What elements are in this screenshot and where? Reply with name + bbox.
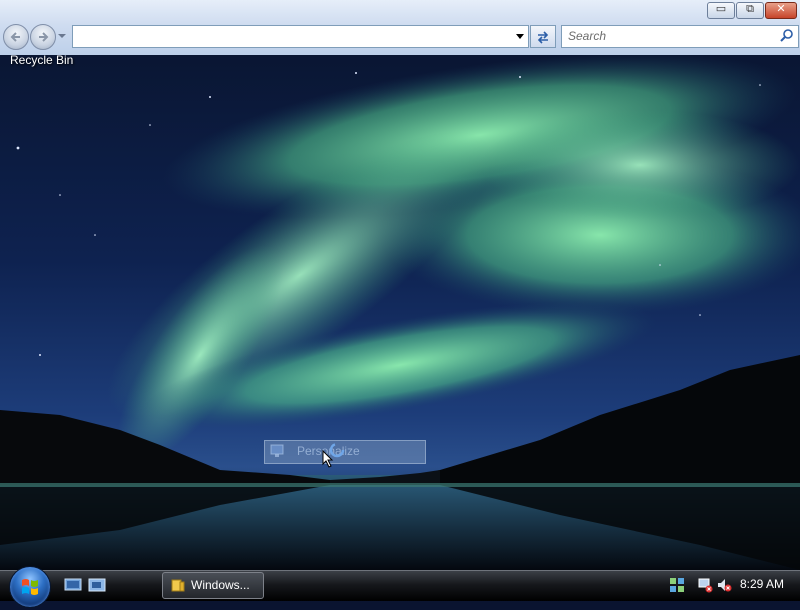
address-history-chevron-down-icon[interactable] bbox=[512, 26, 528, 47]
refresh-icon bbox=[537, 30, 549, 44]
folder-icon bbox=[171, 579, 185, 592]
caption-buttons: ▭ ⧉ ✕ bbox=[707, 2, 797, 19]
refresh-button[interactable] bbox=[530, 25, 556, 48]
system-clock[interactable]: 8:29 AM bbox=[740, 577, 784, 591]
minimize-button[interactable]: ▭ bbox=[707, 2, 735, 19]
back-button[interactable] bbox=[3, 24, 29, 50]
switch-windows-icon[interactable] bbox=[88, 577, 106, 593]
taskbar-button-windows-explorer[interactable]: Windows... bbox=[162, 572, 264, 599]
personalize-drag-ghost: Personalize bbox=[264, 440, 426, 464]
explorer-toolbar: ▭ ⧉ ✕ Search bbox=[0, 0, 800, 56]
search-icon[interactable] bbox=[780, 29, 794, 43]
address-bar[interactable] bbox=[72, 25, 529, 48]
recent-pages-chevron-down-icon[interactable] bbox=[58, 32, 66, 40]
desktop[interactable] bbox=[0, 55, 800, 570]
close-button[interactable]: ✕ bbox=[765, 2, 797, 19]
search-placeholder: Search bbox=[568, 29, 607, 43]
windows-logo-icon bbox=[22, 579, 38, 595]
show-desktop-icon[interactable] bbox=[64, 577, 82, 593]
network-error-icon[interactable] bbox=[697, 577, 713, 593]
forward-button[interactable] bbox=[30, 24, 56, 50]
mouse-cursor-icon bbox=[322, 450, 334, 468]
taskbar-button-label: Windows... bbox=[191, 578, 250, 592]
volume-muted-icon[interactable] bbox=[716, 577, 732, 593]
start-button[interactable] bbox=[9, 566, 51, 608]
network-icon[interactable] bbox=[669, 577, 685, 593]
personalize-icon bbox=[270, 444, 284, 457]
back-arrow-icon bbox=[10, 32, 20, 42]
maximize-button[interactable]: ⧉ bbox=[736, 2, 764, 19]
recycle-bin-label[interactable]: Recycle Bin bbox=[10, 53, 73, 67]
forward-arrow-icon bbox=[39, 32, 49, 42]
search-box[interactable]: Search bbox=[561, 25, 799, 48]
